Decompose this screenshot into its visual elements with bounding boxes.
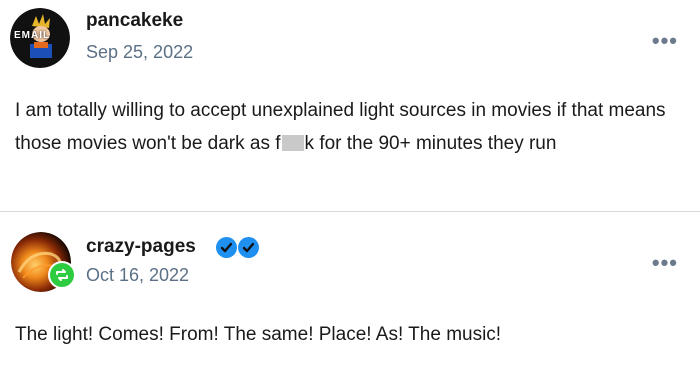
avatar-text: EMAIL: [14, 30, 51, 41]
post-body-part: k for the 90+ minutes they run: [304, 133, 557, 154]
verified-icon: [216, 237, 237, 258]
avatar[interactable]: EMAIL: [10, 8, 70, 68]
more-icon[interactable]: •••: [652, 28, 678, 54]
username[interactable]: crazy-pages: [86, 236, 196, 258]
verified-icon: [238, 237, 259, 258]
post-date[interactable]: Oct 16, 2022: [86, 265, 189, 286]
post-body: The light! Comes! From! The same! Place!…: [15, 324, 502, 345]
reblog-icon: [48, 261, 76, 289]
post-body: I am totally willing to accept unexplain…: [15, 94, 682, 160]
verified-badges: [216, 237, 260, 263]
post-date[interactable]: Sep 25, 2022: [86, 42, 193, 63]
more-icon[interactable]: •••: [652, 250, 678, 276]
censor-block: [281, 135, 304, 151]
post-card: EMAIL pancakeke Sep 25, 2022 ••• I am to…: [0, 0, 700, 211]
username[interactable]: pancakeke: [86, 10, 183, 32]
